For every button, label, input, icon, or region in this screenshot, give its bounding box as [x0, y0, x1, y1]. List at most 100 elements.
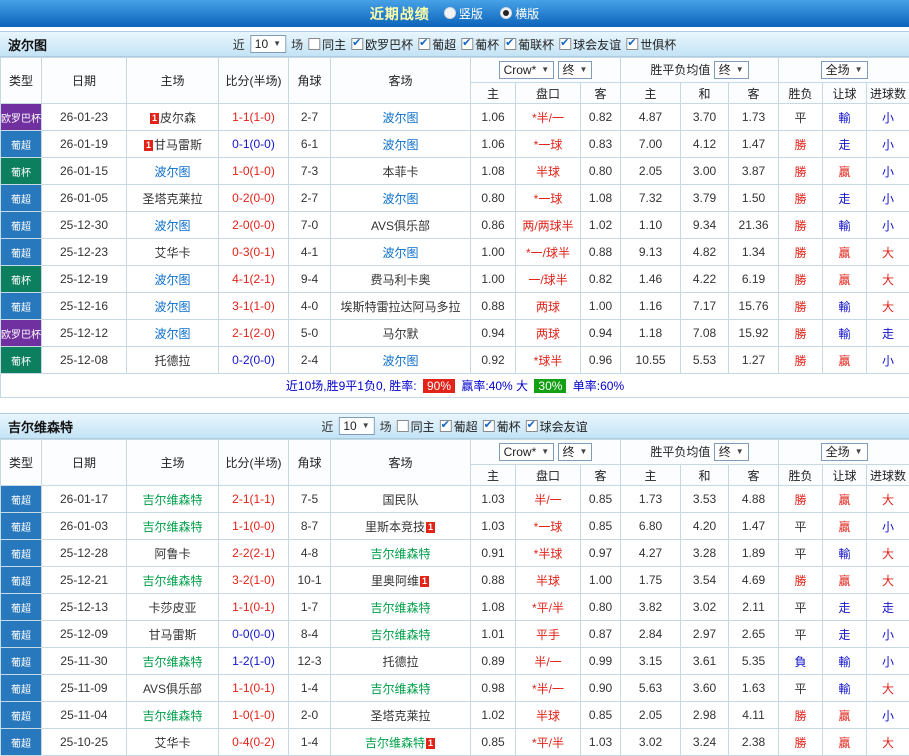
team-link[interactable]: 费马利卡奥 — [370, 273, 430, 287]
team-link[interactable]: 波尔图 — [382, 111, 418, 125]
filter-checkbox-葡杯[interactable]: 葡杯 — [461, 36, 499, 53]
odds-away-cell: 0.85 — [581, 486, 621, 513]
odds-source-dropdown[interactable]: Crow*▼ — [499, 443, 555, 461]
chevron-down-icon: ▼ — [362, 419, 370, 433]
outcome-cell: 平 — [779, 540, 823, 567]
sub-mean-away: 客 — [729, 465, 779, 486]
mean-away-cell: 2.38 — [729, 729, 779, 756]
team-link[interactable]: 波尔图 — [154, 165, 190, 179]
team-link[interactable]: 本菲卡 — [382, 165, 418, 179]
filter-checkbox-球会友谊[interactable]: 球会友谊 — [559, 36, 621, 53]
odds-final-dropdown[interactable]: 终▼ — [558, 443, 593, 461]
filter-checkbox-葡杯[interactable]: 葡杯 — [483, 418, 521, 435]
team-link[interactable]: 波尔图 — [382, 138, 418, 152]
handicap-cell: *半球 — [516, 540, 581, 567]
odds-away-cell: 0.85 — [581, 702, 621, 729]
team-link[interactable]: 皮尔森 — [160, 111, 196, 125]
match-row: 葡超26-01-17吉尔维森特2-1(1-1)7-5国民队1.03半/一0.85… — [1, 486, 909, 513]
team-link[interactable]: 托德拉 — [154, 354, 190, 368]
fulltime-dropdown[interactable]: 全场▼ — [821, 61, 868, 79]
team-link[interactable]: 埃斯特雷拉达阿马多拉 — [340, 300, 460, 314]
filter-checkbox-同主[interactable]: 同主 — [397, 418, 435, 435]
fulltime-header: 全场▼ — [779, 440, 909, 465]
team-link[interactable]: 波尔图 — [154, 273, 190, 287]
team-link[interactable]: 吉尔维森特 — [142, 493, 202, 507]
team-link[interactable]: 托德拉 — [382, 655, 418, 669]
team-link[interactable]: 马尔默 — [382, 327, 418, 341]
radio-vertical[interactable]: 竖版 — [444, 5, 483, 22]
team-link[interactable]: 国民队 — [382, 493, 418, 507]
mean-draw-cell: 3.79 — [681, 185, 729, 212]
odds-final-dropdown[interactable]: 终▼ — [558, 61, 593, 79]
odds-away-cell: 0.87 — [581, 621, 621, 648]
team-link[interactable]: 圣塔克莱拉 — [370, 709, 430, 723]
team-link[interactable]: 吉尔维森特 — [365, 736, 425, 750]
mean-header: 胜平负均值 终▼ — [621, 440, 779, 465]
sub-goals-result: 进球数 — [867, 83, 909, 104]
team-link[interactable]: 吉尔维森特 — [142, 574, 202, 588]
team-link[interactable]: AVS俱乐部 — [371, 219, 430, 233]
date-cell: 25-12-12 — [42, 320, 127, 347]
team-link[interactable]: 吉尔维森特 — [370, 601, 430, 615]
team-cell: 国民队 — [331, 486, 471, 513]
team-link[interactable]: 波尔图 — [382, 246, 418, 260]
score-cell: 1-2(1-0) — [219, 648, 289, 675]
outcome-cell: 負 — [779, 648, 823, 675]
handicap-cell: 两球 — [516, 320, 581, 347]
odds-home-cell: 1.08 — [471, 594, 516, 621]
mean-home-cell: 1.46 — [621, 266, 681, 293]
recent-count-select[interactable]: 10▼ — [250, 35, 286, 53]
mean-final-dropdown[interactable]: 终▼ — [714, 61, 749, 79]
team-link[interactable]: 圣塔克莱拉 — [142, 192, 202, 206]
team-link[interactable]: 波尔图 — [154, 300, 190, 314]
mean-draw-cell: 2.97 — [681, 621, 729, 648]
team-link[interactable]: 艾华卡 — [154, 246, 190, 260]
team-cell: 波尔图 — [127, 158, 219, 185]
filter-checkbox-世俱杯[interactable]: 世俱杯 — [626, 36, 676, 53]
team-cell: 吉尔维森特 — [127, 567, 219, 594]
first-leg-badge: 1 — [420, 576, 429, 587]
odds-source-dropdown[interactable]: Crow*▼ — [499, 61, 555, 79]
mean-final-dropdown[interactable]: 终▼ — [714, 443, 749, 461]
filter-checkbox-同主[interactable]: 同主 — [308, 36, 346, 53]
goals-result-cell: 小 — [867, 158, 909, 185]
mean-home-cell: 4.27 — [621, 540, 681, 567]
filter-checkbox-欧罗巴杯[interactable]: 欧罗巴杯 — [351, 36, 413, 53]
mean-home-cell: 4.87 — [621, 104, 681, 131]
team-link[interactable]: 里斯本竞技 — [365, 520, 425, 534]
filter-checkbox-葡超[interactable]: 葡超 — [418, 36, 456, 53]
team-link[interactable]: 阿鲁卡 — [154, 547, 190, 561]
team-link[interactable]: 波尔图 — [382, 192, 418, 206]
filter-near-label: 近 — [233, 36, 245, 53]
recent-count-select[interactable]: 10▼ — [338, 417, 374, 435]
team-link[interactable]: 甘马雷斯 — [154, 138, 202, 152]
fulltime-dropdown[interactable]: 全场▼ — [821, 443, 868, 461]
team-link[interactable]: 吉尔维森特 — [370, 628, 430, 642]
mean-home-cell: 6.80 — [621, 513, 681, 540]
filter-checkbox-球会友谊[interactable]: 球会友谊 — [526, 418, 588, 435]
team-link[interactable]: 吉尔维森特 — [370, 682, 430, 696]
first-leg-badge: 1 — [150, 113, 159, 124]
mean-draw-cell: 7.17 — [681, 293, 729, 320]
team-link[interactable]: 里奥阿维 — [371, 574, 419, 588]
team-link[interactable]: 吉尔维森特 — [142, 520, 202, 534]
match-row: 葡超25-10-25艾华卡0-4(0-2)1-4吉尔维森特10.85*平/半1.… — [1, 729, 909, 756]
team-link[interactable]: 甘马雷斯 — [148, 628, 196, 642]
filter-checkbox-葡超[interactable]: 葡超 — [440, 418, 478, 435]
team-link[interactable]: 波尔图 — [154, 219, 190, 233]
team-link[interactable]: 波尔图 — [382, 354, 418, 368]
radio-horizontal[interactable]: 横版 — [500, 5, 539, 22]
corners-cell: 2-4 — [289, 347, 331, 374]
goals-result-cell: 大 — [867, 293, 909, 320]
team-link[interactable]: 吉尔维森特 — [370, 547, 430, 561]
team-link[interactable]: 卡莎皮亚 — [148, 601, 196, 615]
filter-checkbox-葡联杯[interactable]: 葡联杯 — [504, 36, 554, 53]
team-link[interactable]: 吉尔维森特 — [142, 709, 202, 723]
team-link[interactable]: 艾华卡 — [154, 736, 190, 750]
team-link[interactable]: 波尔图 — [154, 327, 190, 341]
team-link[interactable]: 吉尔维森特 — [142, 655, 202, 669]
league-badge: 欧罗巴杯 — [1, 320, 42, 347]
team-link[interactable]: AVS俱乐部 — [143, 682, 202, 696]
mean-away-cell: 1.89 — [729, 540, 779, 567]
mean-draw-cell: 3.24 — [681, 729, 729, 756]
